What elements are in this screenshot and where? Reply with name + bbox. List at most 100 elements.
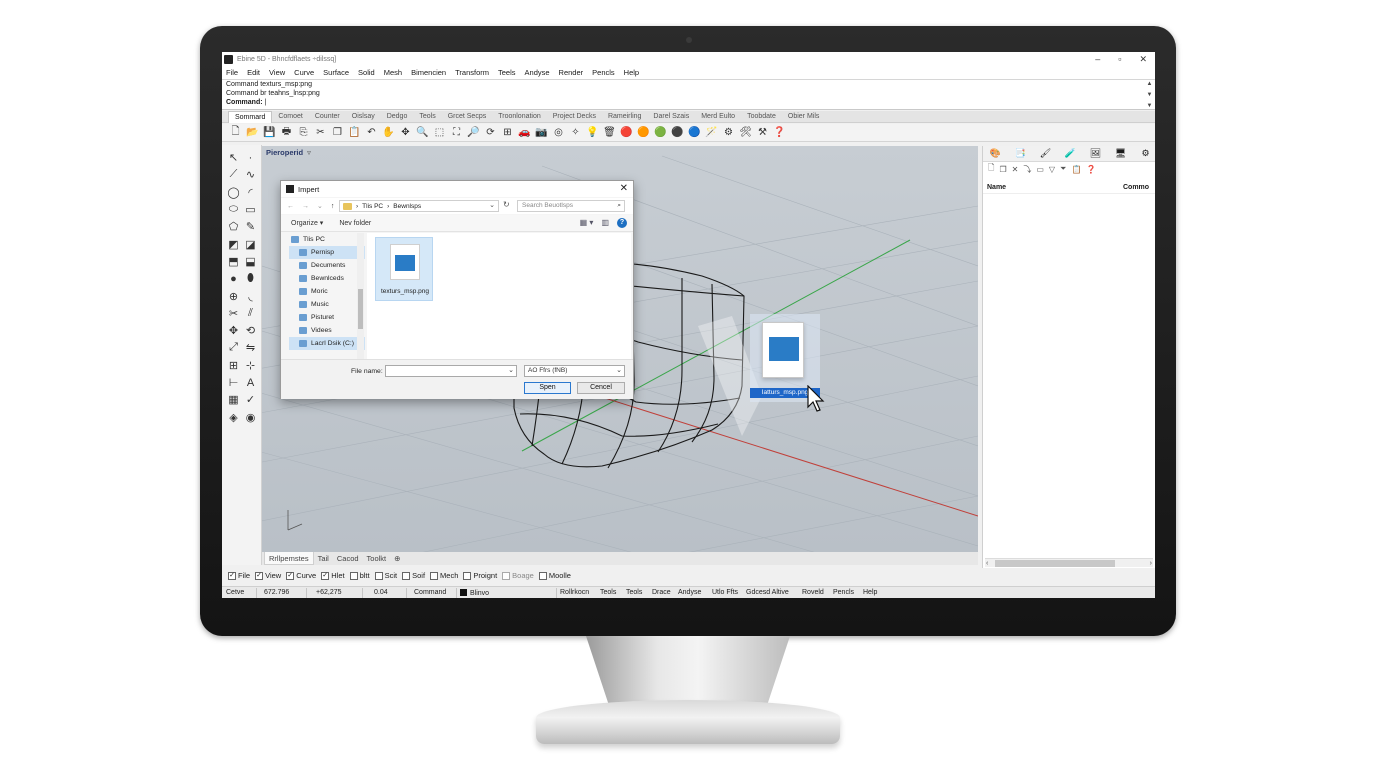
zoom-window-icon[interactable]: ⬚ xyxy=(432,126,447,140)
status-cplane[interactable]: Cetve xyxy=(226,589,244,596)
scroll-up-icon[interactable]: ▲ xyxy=(1147,81,1153,87)
help-icon[interactable]: ❓ xyxy=(772,126,787,140)
chevron-down-icon[interactable]: ▿ xyxy=(307,148,311,157)
recent-locations-icon[interactable]: ⌄ xyxy=(317,202,323,210)
checkbox[interactable] xyxy=(502,571,511,580)
address-bar[interactable]: › Tlis PC › Bewnlsps ⌄ xyxy=(339,200,499,212)
export-icon[interactable]: ⎘ xyxy=(296,126,311,140)
new-file-icon[interactable]: 🗋 xyxy=(228,126,243,140)
open-button[interactable]: Spen xyxy=(524,382,571,394)
status-item[interactable]: Rollrkocn xyxy=(560,589,589,596)
tab-top[interactable]: Tail xyxy=(314,552,333,565)
menu-render[interactable]: Render xyxy=(559,68,584,77)
menu-help[interactable]: Help xyxy=(624,68,639,77)
toolbar-tab[interactable]: Oislsay xyxy=(346,111,381,123)
add-viewport-icon[interactable]: ⊕ xyxy=(390,552,404,565)
copy-icon[interactable]: ❐ xyxy=(330,126,345,140)
arc-icon[interactable]: ◜ xyxy=(242,184,259,201)
horizontal-scrollbar[interactable]: ‹ › xyxy=(985,558,1153,567)
rotate-view-icon[interactable]: ⟳ xyxy=(483,126,498,140)
circle-icon[interactable]: ◯ xyxy=(225,184,242,201)
close-button[interactable]: ✕ xyxy=(1139,52,1147,66)
status-item[interactable]: Andyse xyxy=(678,589,701,596)
menu-mesh[interactable]: Mesh xyxy=(384,68,402,77)
help-icon[interactable]: ❓ xyxy=(1086,165,1096,174)
scrollbar-thumb[interactable] xyxy=(995,560,1115,567)
view-mode-icon[interactable]: ▦ ▾ xyxy=(580,218,594,228)
osnap-scit[interactable]: Scit xyxy=(374,571,397,580)
ellipse-icon[interactable]: ⬭ xyxy=(225,201,242,218)
material-icon[interactable]: 🟠 xyxy=(636,126,651,140)
file-type-select[interactable]: AO Ffrs (fNB) ⌄ xyxy=(524,365,625,377)
toolbar-tab[interactable]: Obier Mils xyxy=(782,111,826,123)
curve-icon[interactable]: ∿ xyxy=(242,166,259,183)
column-comment[interactable]: Commo xyxy=(1123,184,1149,191)
search-icon[interactable]: ⌕ xyxy=(617,201,621,211)
settings-icon[interactable]: ⚙ xyxy=(1137,148,1154,160)
tree-item-downloads[interactable]: Bewnlceds xyxy=(289,272,365,285)
scroll-right-icon[interactable]: › xyxy=(1150,559,1152,568)
checkbox[interactable]: ✓ xyxy=(286,571,295,580)
toolbar-tab[interactable]: Merd Eulto xyxy=(695,111,741,123)
column-name[interactable]: Name xyxy=(987,184,1006,191)
osnap-mech[interactable]: Mech xyxy=(430,571,458,580)
osnap-hlet[interactable]: ✓ Hlet xyxy=(321,571,345,580)
shaded-sphere-icon[interactable]: ⚫ xyxy=(670,126,685,140)
chevron-down-icon[interactable]: ⌄ xyxy=(508,366,514,374)
camera-icon[interactable]: 📷 xyxy=(534,126,549,140)
light-bulb-icon[interactable]: 💡 xyxy=(585,126,600,140)
wand-icon[interactable]: 🪄 xyxy=(704,126,719,140)
zoom-icon[interactable]: 🔍 xyxy=(415,126,430,140)
split-icon[interactable]: ⫽ xyxy=(242,305,259,322)
new-folder-button[interactable]: Nev folder xyxy=(339,220,371,227)
trash-icon[interactable]: 🗑 xyxy=(602,126,617,140)
gear-icon[interactable]: ⚙ xyxy=(721,126,736,140)
new-layer-icon[interactable]: 🗋 xyxy=(988,162,994,176)
text-icon[interactable]: A xyxy=(242,374,259,391)
toolbar-tab[interactable]: Project Decks xyxy=(547,111,602,123)
tree-item-desktop[interactable]: Pernisp xyxy=(289,246,365,259)
brush-icon[interactable]: 🖌 xyxy=(1037,148,1054,160)
materials-icon[interactable]: 🧪 xyxy=(1062,148,1079,160)
scrollbar-thumb[interactable] xyxy=(358,289,363,329)
options-icon[interactable]: ⚒ xyxy=(755,126,770,140)
print-icon[interactable]: 🖶 xyxy=(279,126,294,140)
menu-transform[interactable]: Transform xyxy=(455,68,489,77)
menu-surface[interactable]: Surface xyxy=(323,68,349,77)
checkbox[interactable] xyxy=(463,571,472,580)
loft-icon[interactable]: ◪ xyxy=(242,235,259,252)
minimize-button[interactable]: – xyxy=(1095,52,1100,66)
status-item[interactable]: Teols xyxy=(600,589,616,596)
polyline-icon[interactable]: ⟋ xyxy=(225,166,242,183)
chevron-down-icon[interactable]: ⌄ xyxy=(616,366,622,376)
move-down-icon[interactable]: ⤵ xyxy=(1023,164,1031,175)
polygon-icon[interactable]: ⬠ xyxy=(225,218,242,235)
move-icon[interactable]: ✥ xyxy=(398,126,413,140)
blue-sphere-icon[interactable]: 🔵 xyxy=(687,126,702,140)
checkbox[interactable] xyxy=(430,571,439,580)
osnap-boage[interactable]: Boage xyxy=(502,571,534,580)
command-scrollbar[interactable]: ▲ ▼ ▼ xyxy=(1146,81,1153,109)
tab-front[interactable]: Cacod xyxy=(333,552,363,565)
rotate-tool-icon[interactable]: ⟲ xyxy=(242,322,259,339)
checkbox[interactable] xyxy=(402,571,411,580)
tab-right[interactable]: Toolkt xyxy=(363,552,391,565)
tab-perspective[interactable]: Rrllpemstes xyxy=(264,552,314,565)
car-icon[interactable]: 🚗 xyxy=(517,126,532,140)
save-icon[interactable]: 💾 xyxy=(262,126,277,140)
checkbox[interactable] xyxy=(374,571,383,580)
tree-item-videos[interactable]: Videes xyxy=(289,324,365,337)
checkbox[interactable]: ✓ xyxy=(228,571,236,580)
search-input[interactable]: Search Beuotlsps ⌕ xyxy=(517,200,625,212)
cylinder-icon[interactable]: ⬮ xyxy=(242,270,259,287)
menu-file[interactable]: File xyxy=(226,68,238,77)
osnap-view[interactable]: ✓ View xyxy=(255,571,281,580)
preview-pane-icon[interactable]: ▥ xyxy=(601,218,609,228)
tree-item-this-pc[interactable]: Tlis PC xyxy=(289,233,365,246)
toolbar-tab[interactable]: Rameirling xyxy=(602,111,647,123)
display-icon[interactable]: 🖥 xyxy=(1112,148,1129,160)
menu-edit[interactable]: Edit xyxy=(247,68,260,77)
status-item[interactable]: Gdcesd Altive xyxy=(746,589,789,596)
paste-icon[interactable]: 📋 xyxy=(347,126,362,140)
toolbar-tab[interactable]: Teols xyxy=(413,111,441,123)
